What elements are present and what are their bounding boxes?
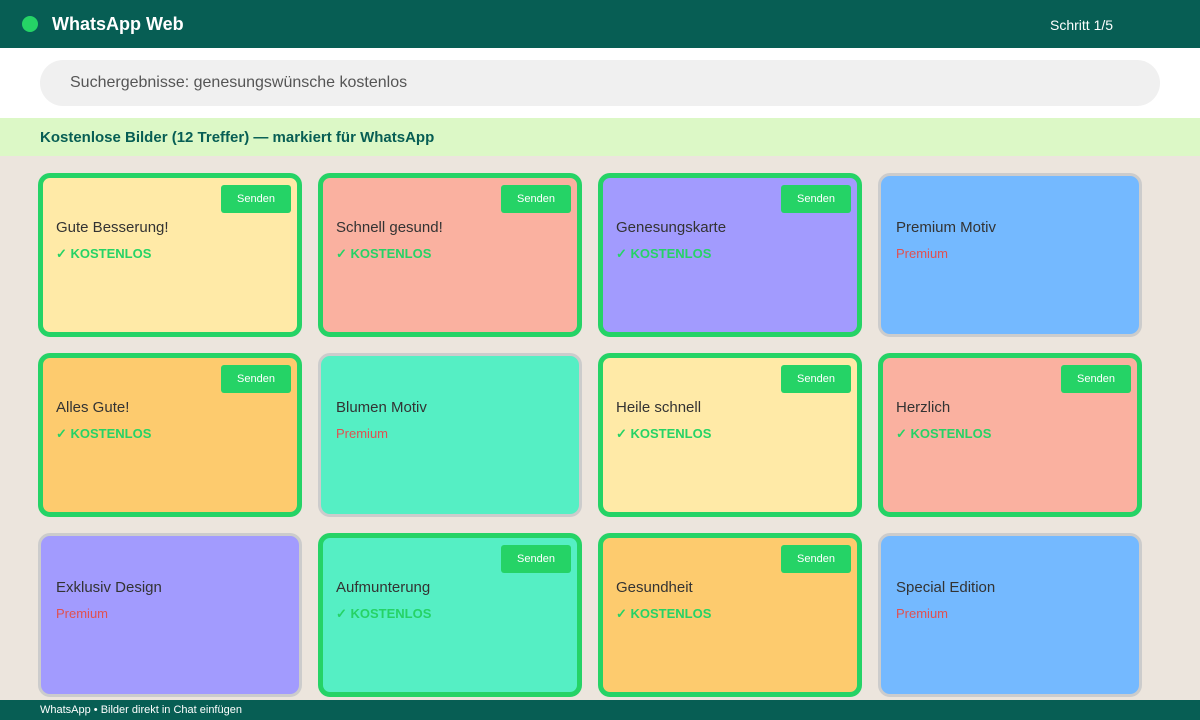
send-button[interactable]: Senden xyxy=(221,365,291,393)
card-title: Alles Gute! xyxy=(56,399,130,416)
free-badge: ✓ KOSTENLOS xyxy=(336,606,432,621)
image-card[interactable]: Premium Motiv Premium xyxy=(878,173,1142,337)
free-badge: ✓ KOSTENLOS xyxy=(616,426,712,441)
premium-badge: Premium xyxy=(56,606,109,621)
image-card[interactable]: Senden Heile schnell ✓ KOSTENLOS xyxy=(598,353,862,517)
image-card[interactable]: Senden Aufmunterung ✓ KOSTENLOS xyxy=(318,533,582,697)
premium-badge: Premium xyxy=(896,606,949,621)
app-title: WhatsApp Web xyxy=(52,14,184,34)
card-title: Gesundheit xyxy=(616,579,693,596)
card-title: Special Edition xyxy=(896,579,996,596)
card-title: Aufmunterung xyxy=(336,579,431,596)
image-card[interactable]: Senden Gute Besserung! ✓ KOSTENLOS xyxy=(38,173,302,337)
free-badge: ✓ KOSTENLOS xyxy=(56,426,152,441)
card-title: Exklusiv Design xyxy=(56,579,162,596)
card-title: Schnell gesund! xyxy=(336,219,443,236)
image-card[interactable]: Blumen Motiv Premium xyxy=(318,353,582,517)
send-button[interactable]: Senden xyxy=(501,545,571,573)
image-card[interactable]: Exklusiv Design Premium xyxy=(38,533,302,697)
image-card[interactable]: Senden Schnell gesund! ✓ KOSTENLOS xyxy=(318,173,582,337)
free-badge: ✓ KOSTENLOS xyxy=(616,246,712,261)
search-bar[interactable]: Suchergebnisse: genesungswünsche kostenl… xyxy=(40,60,1160,106)
premium-badge: Premium xyxy=(896,246,949,261)
send-button[interactable]: Senden xyxy=(781,545,851,573)
image-grid: Senden Gute Besserung! ✓ KOSTENLOS Senden Sc… xyxy=(38,173,1144,697)
send-button[interactable]: Senden xyxy=(781,365,851,393)
results-banner: Kostenlose Bilder (12 Treffer) — markier… xyxy=(0,118,1200,156)
send-button[interactable]: Senden xyxy=(781,185,851,213)
card-title: Premium Motiv xyxy=(896,219,997,236)
image-card[interactable]: Senden Genesungskarte ✓ KOSTENLOS xyxy=(598,173,862,337)
app-header: WhatsApp Web Schritt 1/5 xyxy=(0,0,1200,48)
card-title: Blumen Motiv xyxy=(336,399,427,416)
footer-text: WhatsApp • Bilder direkt in Chat einfüge… xyxy=(40,704,242,716)
search-query: Suchergebnisse: genesungswünsche kostenl… xyxy=(70,74,408,91)
step-indicator: Schritt 1/5 xyxy=(1050,17,1114,33)
send-button[interactable]: Senden xyxy=(221,185,291,213)
premium-badge: Premium xyxy=(336,426,389,441)
status-dot-icon xyxy=(22,16,38,32)
card-title: Genesungskarte xyxy=(616,219,727,236)
card-title: Heile schnell xyxy=(616,399,702,416)
free-badge: ✓ KOSTENLOS xyxy=(896,426,992,441)
image-card[interactable]: Senden Herzlich ✓ KOSTENLOS xyxy=(878,353,1142,517)
free-badge: ✓ KOSTENLOS xyxy=(56,246,152,261)
free-badge: ✓ KOSTENLOS xyxy=(616,606,712,621)
card-title: Herzlich xyxy=(896,399,951,416)
send-button[interactable]: Senden xyxy=(501,185,571,213)
free-badge: ✓ KOSTENLOS xyxy=(336,246,432,261)
send-button[interactable]: Senden xyxy=(1061,365,1131,393)
results-heading: Kostenlose Bilder (12 Treffer) — markier… xyxy=(40,129,435,146)
image-card[interactable]: Senden Alles Gute! ✓ KOSTENLOS xyxy=(38,353,302,517)
image-card[interactable]: Senden Gesundheit ✓ KOSTENLOS xyxy=(598,533,862,697)
search-area: Suchergebnisse: genesungswünsche kostenl… xyxy=(0,48,1200,118)
card-title: Gute Besserung! xyxy=(56,219,169,236)
image-card[interactable]: Special Edition Premium xyxy=(878,533,1142,697)
footer: WhatsApp • Bilder direkt in Chat einfüge… xyxy=(0,700,1200,720)
